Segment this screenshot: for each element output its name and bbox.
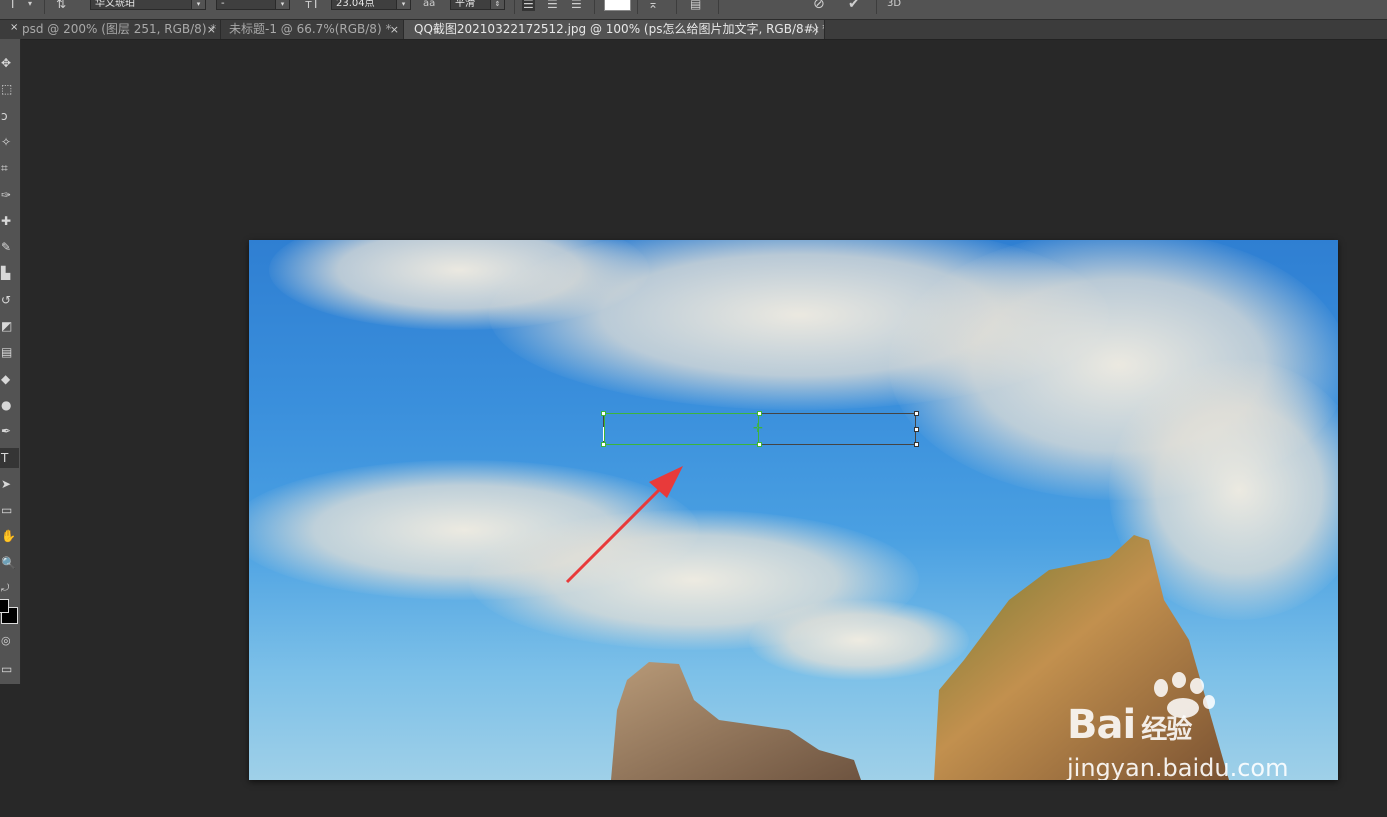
swap-colors-icon[interactable]: ⤾ bbox=[0, 579, 19, 599]
text-orientation-icon[interactable]: ⇅ bbox=[56, 0, 66, 11]
character-panel-icon[interactable]: ▤ bbox=[690, 0, 701, 11]
eyedropper-tool-icon[interactable]: ✑ bbox=[0, 185, 19, 205]
clone-stamp-tool-icon[interactable]: ▙ bbox=[0, 263, 19, 283]
baidu-jingyan-watermark: Bai 经验 jingyan.baidu.com bbox=[1065, 672, 1335, 780]
chevron-down-icon: ▾ bbox=[191, 0, 205, 9]
hand-tool-icon[interactable]: ✋ bbox=[0, 526, 19, 546]
type-tool-preset-icon[interactable]: T bbox=[9, 0, 16, 11]
align-left-icon[interactable]: ☰ bbox=[522, 0, 535, 11]
font-size-dropdown[interactable]: 23.04点 ▾ bbox=[331, 0, 411, 10]
close-icon[interactable]: × bbox=[207, 20, 216, 39]
options-bar: T ▾ ⇅ 华文琥珀 ▾ - ▾ ᴛT 23.04点 ▾ aa 平滑 ⇕ ☰ ☰… bbox=[0, 0, 1387, 20]
blur-tool-icon[interactable]: ◆ bbox=[0, 369, 19, 389]
commit-check-icon[interactable]: ✔ bbox=[848, 0, 860, 12]
font-family-value: 华文琥珀 bbox=[95, 0, 135, 9]
transform-handle[interactable] bbox=[914, 411, 919, 416]
tool-preset-chevron-icon[interactable]: ▾ bbox=[28, 0, 32, 8]
document-tab[interactable]: 未标题-1 @ 66.7%(RGB/8) * × bbox=[221, 20, 404, 39]
close-icon[interactable]: × bbox=[811, 20, 820, 39]
transform-handle[interactable] bbox=[757, 442, 762, 447]
marquee-tool-icon[interactable]: ⬚ bbox=[0, 79, 19, 99]
crop-tool-icon[interactable]: ⌗ bbox=[0, 158, 19, 178]
watermark-url: jingyan.baidu.com bbox=[1067, 754, 1289, 780]
dodge-tool-icon[interactable]: ● bbox=[0, 395, 19, 415]
chevron-down-icon: ▾ bbox=[275, 0, 289, 9]
document-canvas[interactable]: ✛ Bai 经验 jingyan.baidu.com bbox=[249, 240, 1338, 780]
text-color-swatch[interactable] bbox=[604, 0, 631, 11]
antialias-icon: aa bbox=[423, 0, 436, 9]
healing-brush-tool-icon[interactable]: ✚ bbox=[0, 211, 19, 231]
transform-handle[interactable] bbox=[757, 411, 762, 416]
gradient-tool-icon[interactable]: ▤ bbox=[0, 342, 19, 362]
font-size-value: 23.04点 bbox=[336, 0, 375, 9]
document-tab-bar: psd @ 200% (图层 251, RGB/8) * × 未标题-1 @ 6… bbox=[0, 20, 1387, 40]
quick-mask-icon[interactable]: ◎ bbox=[0, 631, 19, 651]
cancel-icon[interactable]: ⊘ bbox=[813, 0, 825, 12]
reference-point-icon[interactable]: ✛ bbox=[753, 422, 763, 434]
transform-handle[interactable] bbox=[601, 442, 606, 447]
chevron-down-icon: ⇕ bbox=[490, 0, 504, 9]
transform-handle[interactable] bbox=[914, 427, 919, 432]
text-insertion-area[interactable] bbox=[604, 413, 759, 445]
document-tab-active[interactable]: QQ截图20210322172512.jpg @ 100% (ps怎么给图片加文… bbox=[404, 20, 825, 39]
brush-tool-icon[interactable]: ✎ bbox=[0, 237, 19, 257]
screen-mode-icon[interactable]: ▭ bbox=[0, 659, 19, 679]
font-family-dropdown[interactable]: 华文琥珀 ▾ bbox=[90, 0, 206, 10]
transform-handle[interactable] bbox=[601, 411, 606, 416]
antialias-dropdown[interactable]: 平滑 ⇕ bbox=[450, 0, 505, 10]
eraser-tool-icon[interactable]: ◩ bbox=[0, 316, 19, 336]
type-tool-icon[interactable]: T bbox=[0, 447, 19, 468]
align-right-icon[interactable]: ☰ bbox=[571, 0, 582, 11]
chevron-down-icon: ▾ bbox=[396, 0, 410, 9]
font-style-value: - bbox=[221, 0, 225, 9]
zoom-tool-icon[interactable]: 🔍 bbox=[0, 553, 19, 573]
tab-label: 未标题-1 @ 66.7%(RGB/8) * bbox=[229, 22, 392, 36]
text-layer-bounding-box[interactable]: ✛ bbox=[601, 411, 919, 447]
tab-label: psd @ 200% (图层 251, RGB/8) * bbox=[22, 22, 217, 36]
watermark-brand-suffix: 经验 bbox=[1141, 715, 1192, 745]
move-tool-icon[interactable]: ✥ bbox=[0, 53, 19, 73]
magic-wand-tool-icon[interactable]: ✧ bbox=[0, 132, 19, 152]
lasso-tool-icon[interactable]: ↄ bbox=[0, 106, 19, 126]
3d-button[interactable]: 3D bbox=[887, 0, 901, 9]
tools-panel: × ✥ ⬚ ↄ ✧ ⌗ ✑ ✚ ✎ ▙ ↺ ◩ ▤ ◆ ● ✒ T ➤ ▭ ✋ 🔍 ⤾ ◎ ▭ bbox=[0, 22, 21, 684]
watermark-brand: Bai 经验 bbox=[1067, 702, 1192, 748]
panel-close-icon[interactable]: × bbox=[10, 22, 18, 33]
font-style-dropdown[interactable]: - ▾ bbox=[216, 0, 290, 10]
document-tab[interactable]: psd @ 200% (图层 251, RGB/8) * × bbox=[18, 20, 221, 39]
history-brush-tool-icon[interactable]: ↺ bbox=[0, 290, 19, 310]
path-selection-tool-icon[interactable]: ➤ bbox=[0, 474, 19, 494]
shape-tool-icon[interactable]: ▭ bbox=[0, 500, 19, 520]
pen-tool-icon[interactable]: ✒ bbox=[0, 421, 19, 441]
font-size-icon: ᴛT bbox=[305, 0, 320, 11]
warp-text-icon[interactable]: ⌅ bbox=[648, 0, 658, 11]
antialias-value: 平滑 bbox=[455, 0, 475, 9]
text-cursor bbox=[603, 427, 604, 441]
close-icon[interactable]: × bbox=[390, 20, 399, 39]
transform-handle[interactable] bbox=[914, 442, 919, 447]
align-center-icon[interactable]: ☰ bbox=[547, 0, 558, 11]
foreground-color-swatch[interactable] bbox=[0, 599, 9, 613]
tab-label: QQ截图20210322172512.jpg @ 100% (ps怎么给图片加文… bbox=[414, 22, 825, 36]
